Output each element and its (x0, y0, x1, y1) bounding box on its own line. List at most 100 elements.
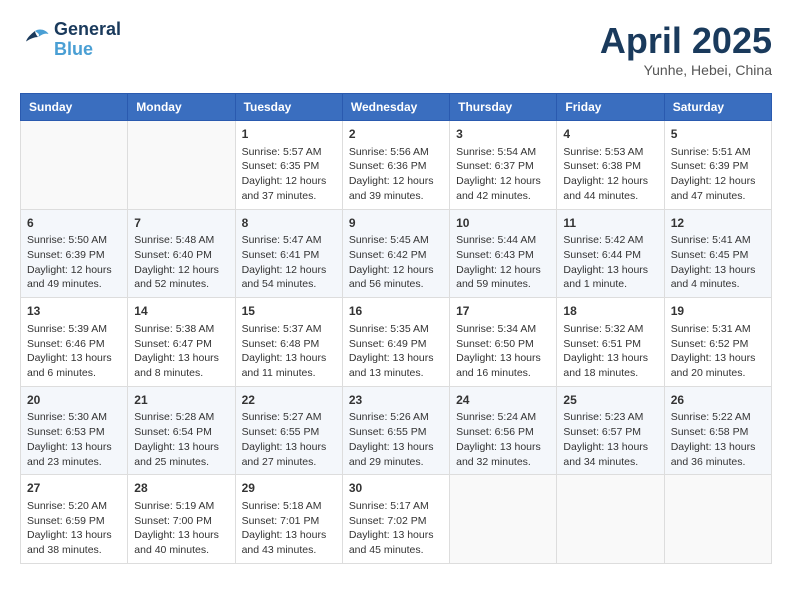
day-info-line: Daylight: 12 hours and 56 minutes. (349, 263, 443, 292)
day-info-line: Daylight: 12 hours and 47 minutes. (671, 174, 765, 203)
day-info-line: Sunrise: 5:53 AM (563, 145, 657, 160)
title-block: April 2025 Yunhe, Hebei, China (600, 20, 772, 78)
day-number: 13 (27, 303, 121, 320)
day-info-line: Sunrise: 5:50 AM (27, 233, 121, 248)
header-row: SundayMondayTuesdayWednesdayThursdayFrid… (21, 94, 772, 121)
calendar-cell: 6Sunrise: 5:50 AMSunset: 6:39 PMDaylight… (21, 209, 128, 298)
day-number: 2 (349, 126, 443, 143)
day-info-line: Sunrise: 5:32 AM (563, 322, 657, 337)
day-number: 10 (456, 215, 550, 232)
day-info-line: Sunrise: 5:37 AM (242, 322, 336, 337)
calendar-cell: 2 Sunrise: 5:56 AMSunset: 6:36 PMDaylight… (342, 121, 449, 210)
day-info-line: Daylight: 13 hours and 45 minutes. (349, 528, 443, 557)
day-number: 12 (671, 215, 765, 232)
day-info-line: Sunrise: 5:18 AM (242, 499, 336, 514)
calendar-cell: 5Sunrise: 5:51 AMSunset: 6:39 PMDaylight… (664, 121, 771, 210)
calendar-cell: 20Sunrise: 5:30 AMSunset: 6:53 PMDayligh… (21, 386, 128, 475)
calendar-cell: 21Sunrise: 5:28 AMSunset: 6:54 PMDayligh… (128, 386, 235, 475)
day-info-line: Daylight: 13 hours and 18 minutes. (563, 351, 657, 380)
calendar-cell: 9Sunrise: 5:45 AMSunset: 6:42 PMDaylight… (342, 209, 449, 298)
day-info-line: Sunrise: 5:23 AM (563, 410, 657, 425)
day-info-line: Daylight: 13 hours and 4 minutes. (671, 263, 765, 292)
day-info-line: Sunset: 6:36 PM (349, 159, 443, 174)
day-info-line: Sunset: 6:42 PM (349, 248, 443, 263)
day-info-line: Sunrise: 5:54 AM (456, 145, 550, 160)
day-info-line: Daylight: 13 hours and 16 minutes. (456, 351, 550, 380)
day-info-line: Sunset: 6:40 PM (134, 248, 228, 263)
day-number: 4 (563, 126, 657, 143)
day-number: 22 (242, 392, 336, 409)
day-info-line: Sunrise: 5:27 AM (242, 410, 336, 425)
calendar-cell: 23Sunrise: 5:26 AMSunset: 6:55 PMDayligh… (342, 386, 449, 475)
day-info-line: Sunset: 6:35 PM (242, 159, 336, 174)
day-info-line: Sunset: 7:00 PM (134, 514, 228, 529)
day-info-line: Sunrise: 5:41 AM (671, 233, 765, 248)
day-info-line: Sunset: 6:39 PM (671, 159, 765, 174)
calendar-cell: 27Sunrise: 5:20 AMSunset: 6:59 PMDayligh… (21, 475, 128, 564)
header-day: Monday (128, 94, 235, 121)
day-info-line: Sunset: 6:56 PM (456, 425, 550, 440)
calendar-cell: 18 Sunrise: 5:32 AMSunset: 6:51 PMDayligh… (557, 298, 664, 387)
calendar-week-row: 13Sunrise: 5:39 AMSunset: 6:46 PMDayligh… (21, 298, 772, 387)
day-info-line: Sunrise: 5:56 AM (349, 145, 443, 160)
day-info-line: Daylight: 13 hours and 36 minutes. (671, 440, 765, 469)
day-info-line: Daylight: 13 hours and 27 minutes. (242, 440, 336, 469)
day-number: 17 (456, 303, 550, 320)
day-info-line: Sunset: 6:54 PM (134, 425, 228, 440)
day-number: 16 (349, 303, 443, 320)
day-number: 18 (563, 303, 657, 320)
day-info-line: Daylight: 12 hours and 52 minutes. (134, 263, 228, 292)
day-number: 28 (134, 480, 228, 497)
day-info-line: Sunset: 6:38 PM (563, 159, 657, 174)
header-day: Saturday (664, 94, 771, 121)
day-number: 6 (27, 215, 121, 232)
day-info-line: Sunset: 6:44 PM (563, 248, 657, 263)
day-number: 29 (242, 480, 336, 497)
day-info-line: Sunset: 6:43 PM (456, 248, 550, 263)
day-info-line: Sunrise: 5:51 AM (671, 145, 765, 160)
calendar-cell: 3Sunrise: 5:54 AMSunset: 6:37 PMDaylight… (450, 121, 557, 210)
calendar-cell (21, 121, 128, 210)
day-info-line: Sunset: 6:51 PM (563, 337, 657, 352)
calendar-cell: 15 Sunrise: 5:37 AMSunset: 6:48 PMDayligh… (235, 298, 342, 387)
day-info-line: Sunrise: 5:44 AM (456, 233, 550, 248)
day-info-line: Daylight: 12 hours and 59 minutes. (456, 263, 550, 292)
day-number: 15 (242, 303, 336, 320)
calendar-week-row: 27Sunrise: 5:20 AMSunset: 6:59 PMDayligh… (21, 475, 772, 564)
day-info-line: Sunrise: 5:28 AM (134, 410, 228, 425)
calendar-cell: 12Sunrise: 5:41 AMSunset: 6:45 PMDayligh… (664, 209, 771, 298)
location-subtitle: Yunhe, Hebei, China (600, 62, 772, 78)
day-info-line: Sunrise: 5:38 AM (134, 322, 228, 337)
day-number: 1 (242, 126, 336, 143)
logo-text-block: GeneralBlue (54, 20, 121, 60)
day-info-line: Daylight: 13 hours and 11 minutes. (242, 351, 336, 380)
day-number: 9 (349, 215, 443, 232)
day-info-line: Daylight: 13 hours and 40 minutes. (134, 528, 228, 557)
calendar-cell: 11Sunrise: 5:42 AMSunset: 6:44 PMDayligh… (557, 209, 664, 298)
day-info-line: Daylight: 13 hours and 23 minutes. (27, 440, 121, 469)
day-info-line: Daylight: 12 hours and 49 minutes. (27, 263, 121, 292)
day-info-line: Sunrise: 5:35 AM (349, 322, 443, 337)
day-number: 8 (242, 215, 336, 232)
day-info-line: Sunset: 6:55 PM (349, 425, 443, 440)
calendar-header: SundayMondayTuesdayWednesdayThursdayFrid… (21, 94, 772, 121)
day-info-line: Sunset: 6:41 PM (242, 248, 336, 263)
calendar-cell: 1Sunrise: 5:57 AMSunset: 6:35 PMDaylight… (235, 121, 342, 210)
header-day: Tuesday (235, 94, 342, 121)
day-info-line: Sunrise: 5:26 AM (349, 410, 443, 425)
calendar-cell: 8Sunrise: 5:47 AMSunset: 6:41 PMDaylight… (235, 209, 342, 298)
day-number: 14 (134, 303, 228, 320)
day-info-line: Sunrise: 5:47 AM (242, 233, 336, 248)
calendar-cell: 22Sunrise: 5:27 AMSunset: 6:55 PMDayligh… (235, 386, 342, 475)
day-info-line: Sunset: 6:53 PM (27, 425, 121, 440)
calendar-cell: 10Sunrise: 5:44 AMSunset: 6:43 PMDayligh… (450, 209, 557, 298)
day-info-line: Daylight: 13 hours and 29 minutes. (349, 440, 443, 469)
day-info-line: Daylight: 12 hours and 39 minutes. (349, 174, 443, 203)
day-info-line: Daylight: 13 hours and 1 minute. (563, 263, 657, 292)
header-day: Sunday (21, 94, 128, 121)
day-info-line: Sunrise: 5:30 AM (27, 410, 121, 425)
day-number: 27 (27, 480, 121, 497)
day-info-line: Sunset: 6:48 PM (242, 337, 336, 352)
day-info-line: Sunset: 7:01 PM (242, 514, 336, 529)
day-info-line: Sunrise: 5:22 AM (671, 410, 765, 425)
